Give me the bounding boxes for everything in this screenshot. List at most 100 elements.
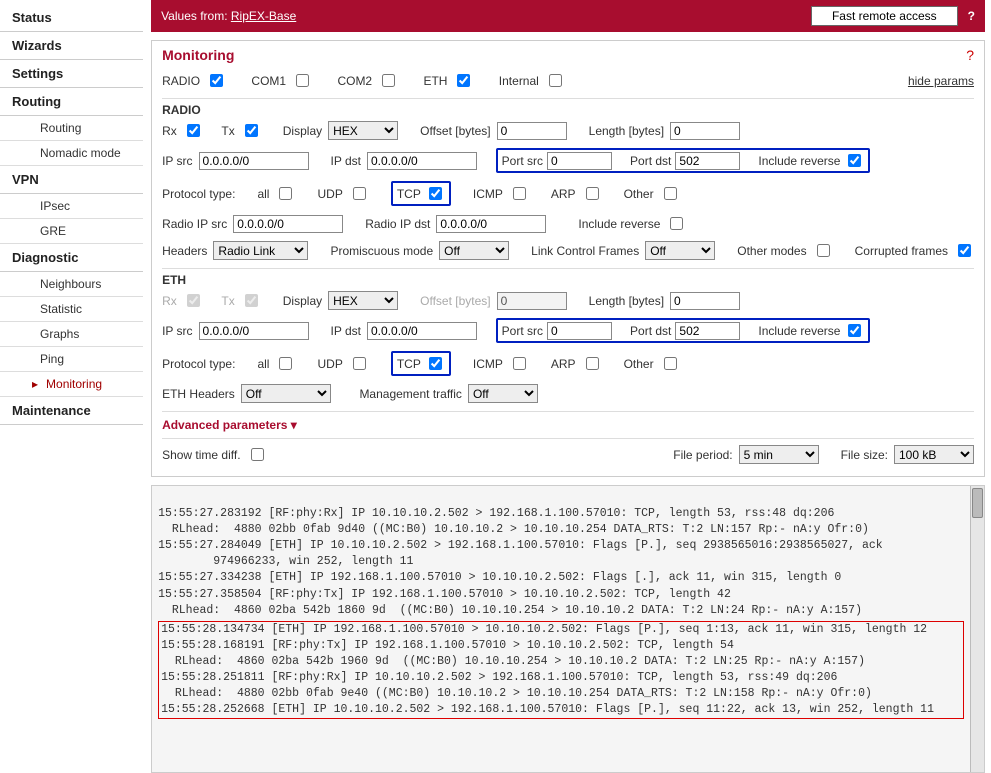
file-period-select[interactable]: 5 min — [739, 445, 819, 464]
sidebar: StatusWizardsSettingsRoutingRoutingNomad… — [0, 0, 143, 773]
eth-proto-all-checkbox[interactable] — [279, 357, 292, 370]
sidebar-item-vpn[interactable]: VPN — [0, 166, 143, 194]
radio-ipdst-input[interactable] — [367, 152, 477, 170]
radio-proto-tcp-checkbox[interactable] — [429, 187, 442, 200]
sidebar-sub-gre[interactable]: GRE — [0, 219, 143, 244]
sidebar-sub-routing[interactable]: Routing — [0, 116, 143, 141]
radio-ripdst-input[interactable] — [436, 215, 546, 233]
com1-if-checkbox[interactable] — [296, 74, 309, 87]
radio-proto-label: Protocol type: — [162, 187, 235, 201]
topbar-help-icon[interactable]: ? — [968, 9, 975, 23]
advanced-parameters-toggle[interactable]: Advanced parameters — [162, 411, 974, 438]
eth-mgmt-select[interactable]: Off — [468, 384, 538, 403]
radio-portsrc-input[interactable] — [547, 152, 612, 170]
radio-length-label: Length [bytes] — [589, 124, 664, 138]
eth-proto-other-checkbox[interactable] — [664, 357, 677, 370]
radio-port-group: Port src Port dst Include reverse — [496, 148, 871, 173]
sidebar-sub-monitoring[interactable]: Monitoring — [0, 372, 143, 397]
eth-ipdst-input[interactable] — [367, 322, 477, 340]
sidebar-sub-ping[interactable]: Ping — [0, 347, 143, 372]
radio-length-input[interactable] — [670, 122, 740, 140]
sidebar-sub-graphs[interactable]: Graphs — [0, 322, 143, 347]
radio-offset-input[interactable] — [497, 122, 567, 140]
radio-portdst-label: Port dst — [630, 154, 671, 168]
eth-proto-icmp-checkbox[interactable] — [513, 357, 526, 370]
radio-proto-tcp-group: TCP — [391, 181, 451, 206]
eth-if-checkbox[interactable] — [457, 74, 470, 87]
sidebar-sub-nomadic-mode[interactable]: Nomadic mode — [0, 141, 143, 166]
eth-proto-tcp-checkbox[interactable] — [429, 357, 442, 370]
sidebar-item-maintenance[interactable]: Maintenance — [0, 397, 143, 425]
eth-tx-checkbox — [245, 294, 258, 307]
radio-ipdst-label: IP dst — [331, 154, 361, 168]
eth-port-group: Port src Port dst Include reverse — [496, 318, 871, 343]
radio-proto-other-label: Other — [624, 187, 654, 201]
eth-proto-tcp-label: TCP — [397, 357, 421, 371]
eth-portdst-label: Port dst — [630, 324, 671, 338]
log-highlighted-block: 15:55:28.134734 [ETH] IP 192.168.1.100.5… — [158, 621, 964, 720]
radio-proto-arp-checkbox[interactable] — [586, 187, 599, 200]
log-scrollbar[interactable] — [970, 486, 984, 772]
radio-headers-select[interactable]: Radio Link — [213, 241, 308, 260]
file-size-select[interactable]: 100 kB — [894, 445, 974, 464]
values-from-link[interactable]: RipEX-Base — [231, 9, 296, 23]
topbar: Values from: RipEX-Base Fast remote acce… — [151, 0, 985, 32]
radio-proto-other-checkbox[interactable] — [664, 187, 677, 200]
sidebar-item-settings[interactable]: Settings — [0, 60, 143, 88]
radio-display-select[interactable]: HEX — [328, 121, 398, 140]
radio-section-header: RADIO — [162, 98, 974, 117]
sidebar-item-wizards[interactable]: Wizards — [0, 32, 143, 60]
radio-tx-checkbox[interactable] — [245, 124, 258, 137]
eth-proto-other-label: Other — [624, 357, 654, 371]
values-from-label: Values from: — [161, 9, 227, 23]
sidebar-item-status[interactable]: Status — [0, 4, 143, 32]
eth-portdst-input[interactable] — [675, 322, 740, 340]
radio-linkctrl-label: Link Control Frames — [531, 244, 639, 258]
sidebar-item-routing[interactable]: Routing — [0, 88, 143, 116]
radio-incrv-checkbox[interactable] — [848, 154, 861, 167]
sidebar-sub-neighbours[interactable]: Neighbours — [0, 272, 143, 297]
internal-if-checkbox[interactable] — [549, 74, 562, 87]
radio-othermodes-checkbox[interactable] — [817, 244, 830, 257]
radio-proto-icmp-checkbox[interactable] — [513, 187, 526, 200]
eth-display-select[interactable]: HEX — [328, 291, 398, 310]
radio-proto-all-label: all — [257, 187, 269, 201]
eth-if-label: ETH — [423, 74, 447, 88]
eth-proto-arp-checkbox[interactable] — [586, 357, 599, 370]
panel-help-icon[interactable]: ? — [966, 47, 974, 63]
radio-proto-udp-checkbox[interactable] — [353, 187, 366, 200]
radio-rincrv-checkbox[interactable] — [670, 217, 683, 230]
eth-incrv-checkbox[interactable] — [848, 324, 861, 337]
eth-proto-tcp-group: TCP — [391, 351, 451, 376]
radio-rx-checkbox[interactable] — [187, 124, 200, 137]
radio-ipsrc-input[interactable] — [199, 152, 309, 170]
radio-ripsrc-input[interactable] — [233, 215, 343, 233]
sidebar-sub-statistic[interactable]: Statistic — [0, 297, 143, 322]
eth-portsrc-label: Port src — [502, 324, 543, 338]
eth-length-input[interactable] — [670, 292, 740, 310]
radio-corrupted-checkbox[interactable] — [958, 244, 971, 257]
sidebar-sub-ipsec[interactable]: IPsec — [0, 194, 143, 219]
eth-proto-udp-checkbox[interactable] — [353, 357, 366, 370]
eth-ipsrc-input[interactable] — [199, 322, 309, 340]
radio-proto-tcp-label: TCP — [397, 187, 421, 201]
sidebar-item-diagnostic[interactable]: Diagnostic — [0, 244, 143, 272]
eth-headers-select[interactable]: Off — [241, 384, 331, 403]
com1-if-label: COM1 — [251, 74, 286, 88]
hide-params-link[interactable]: hide params — [908, 74, 974, 88]
show-time-diff-checkbox[interactable] — [251, 448, 264, 461]
com2-if-checkbox[interactable] — [382, 74, 395, 87]
radio-linkctrl-select[interactable]: Off — [645, 241, 715, 260]
eth-portsrc-input[interactable] — [547, 322, 612, 340]
radio-promisc-select[interactable]: Off — [439, 241, 509, 260]
eth-display-label: Display — [283, 294, 322, 308]
log-scrollbar-thumb[interactable] — [972, 488, 983, 518]
radio-portdst-input[interactable] — [675, 152, 740, 170]
panel-title: Monitoring — [162, 47, 234, 63]
internal-if-label: Internal — [499, 74, 539, 88]
radio-display-label: Display — [283, 124, 322, 138]
radio-proto-all-checkbox[interactable] — [279, 187, 292, 200]
radio-if-checkbox[interactable] — [210, 74, 223, 87]
radio-incrv-label: Include reverse — [758, 154, 840, 168]
fast-remote-button[interactable]: Fast remote access — [811, 6, 958, 26]
